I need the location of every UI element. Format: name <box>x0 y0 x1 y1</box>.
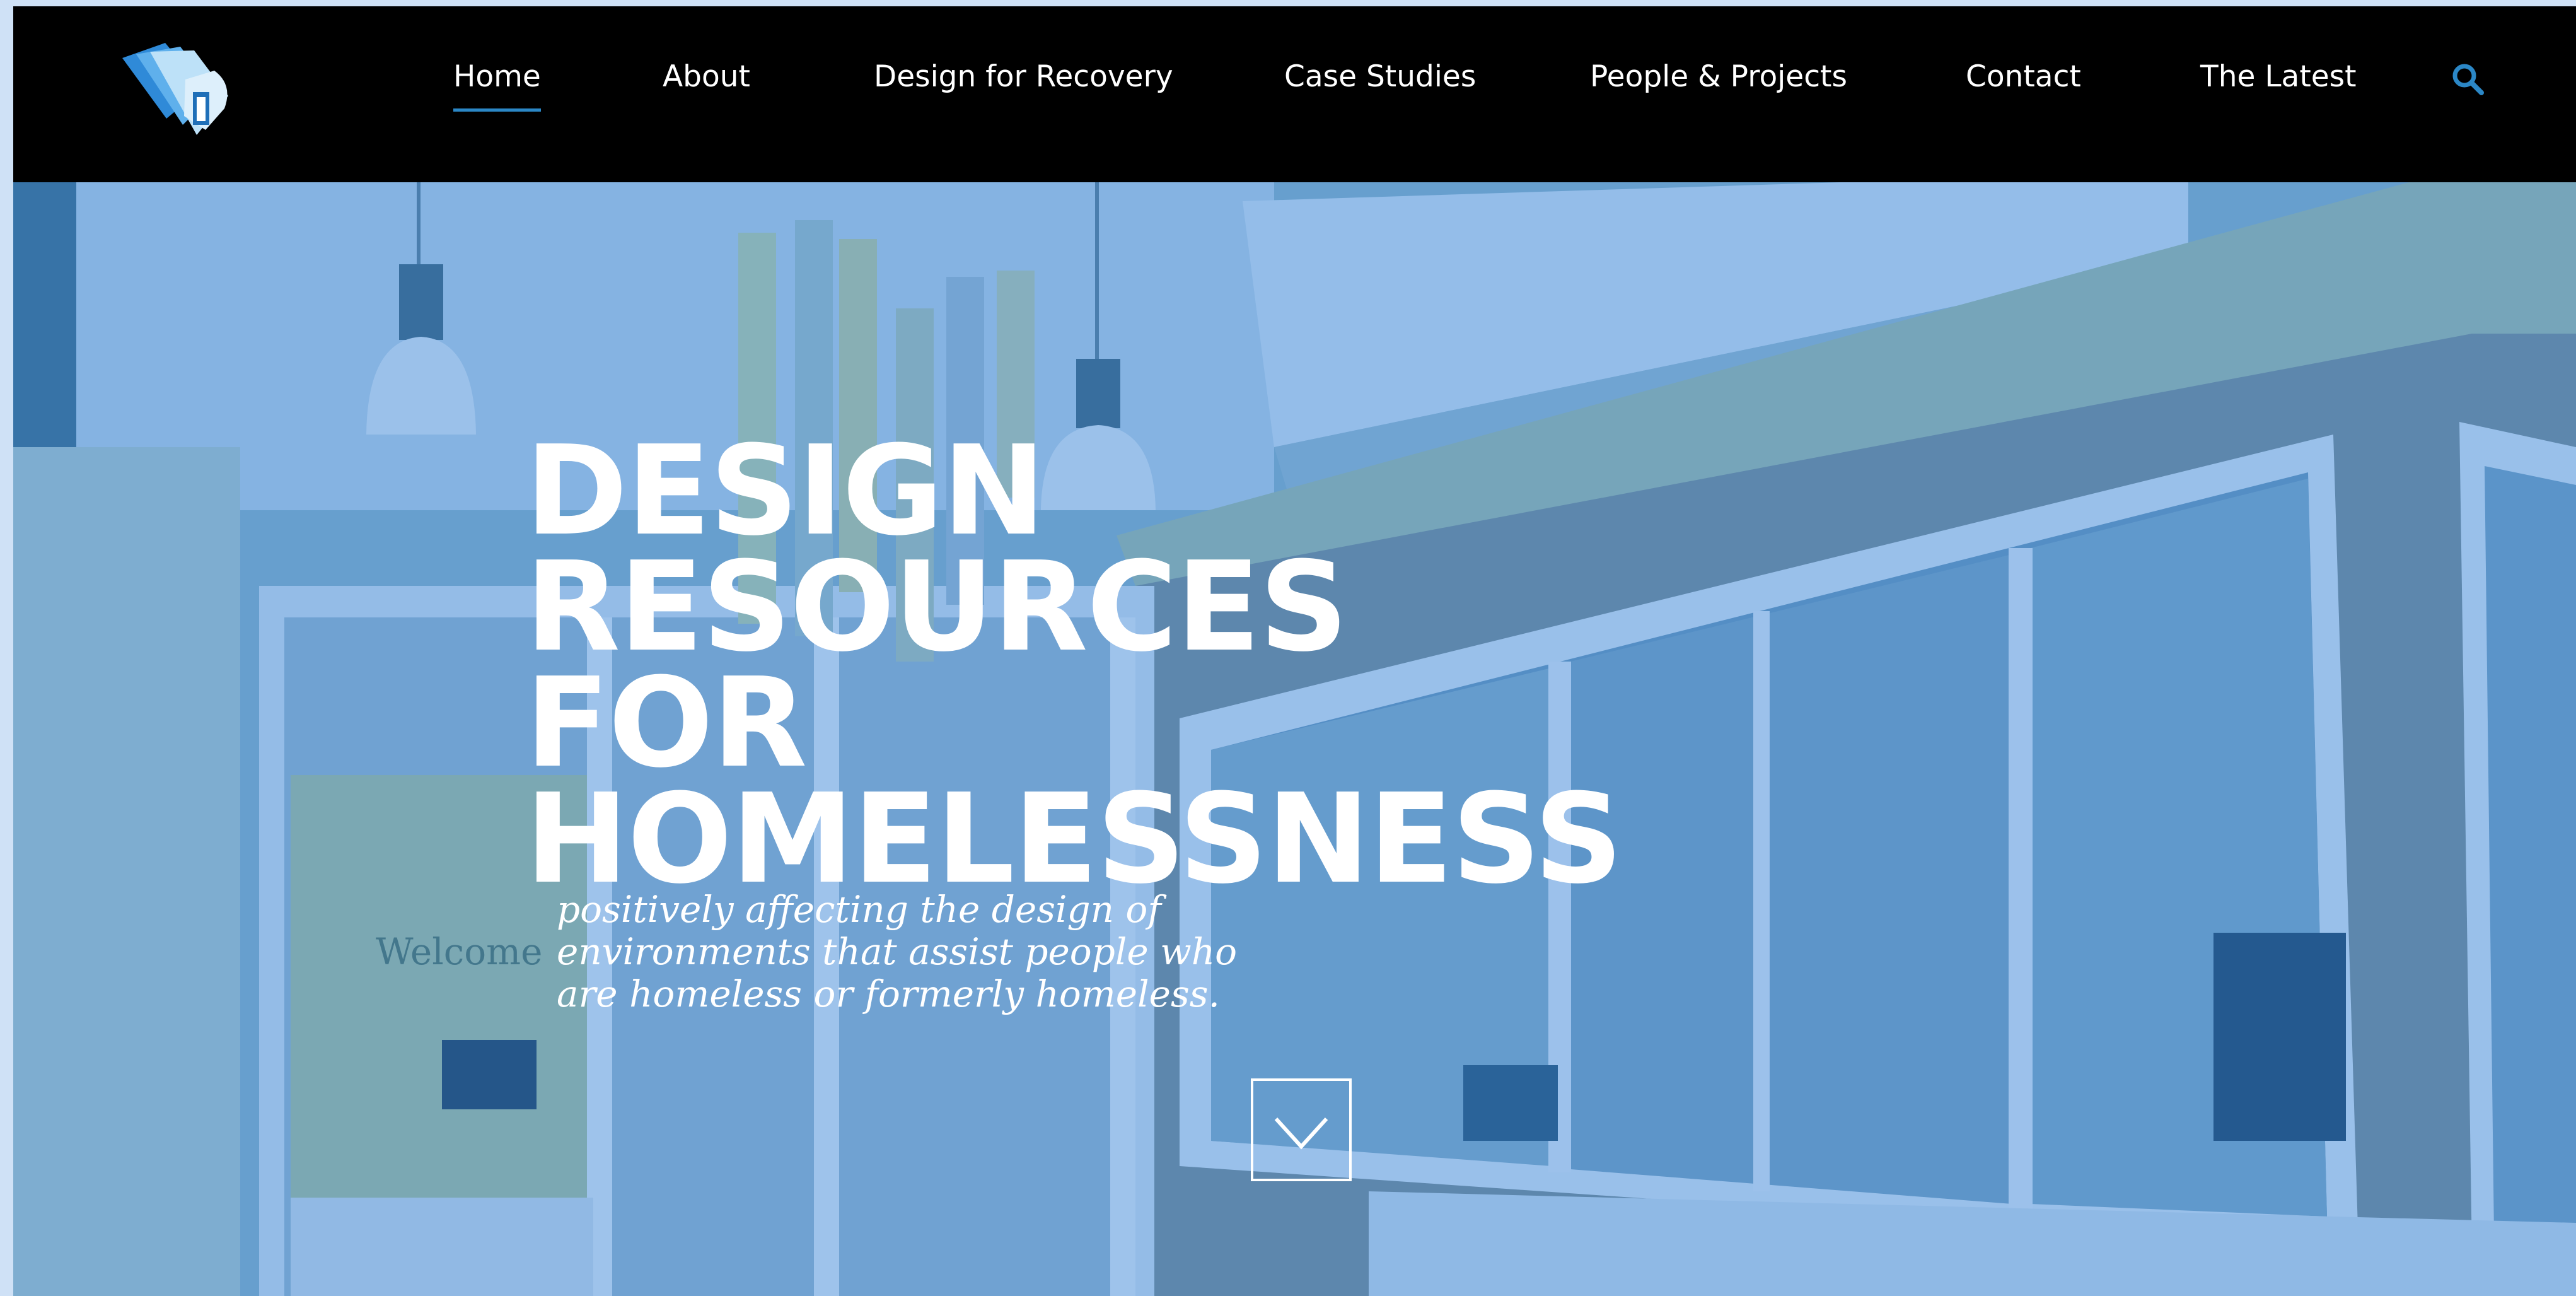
hero-title-line-2: RESOURCES <box>525 535 1349 679</box>
welcome-sign-text: Welcome <box>376 930 542 973</box>
site-logo[interactable] <box>122 43 236 137</box>
nav-about[interactable]: About <box>663 58 750 96</box>
search-button[interactable] <box>2451 62 2486 97</box>
nav-design-for-recovery[interactable]: Design for Recovery <box>874 58 1173 96</box>
nav-home[interactable]: Home <box>453 58 541 112</box>
nav-case-studies[interactable]: Case Studies <box>1284 58 1476 96</box>
chevron-down-icon <box>1274 1117 1328 1150</box>
browser-viewport: Home About Design for Recovery Case Stud… <box>13 6 2576 1296</box>
hero-subtitle: positively affecting the design of envir… <box>557 888 1238 1015</box>
hero-title-line-3: FOR <box>525 651 807 795</box>
nav-people-projects[interactable]: People & Projects <box>1590 58 1847 96</box>
hero-title-line-4: HOMELESSNESS <box>525 768 1623 911</box>
hero-title-line-1: DESIGN <box>525 419 1046 563</box>
hero-section: Welcome DESIGN RESOURCES FOR HOMELESSNES… <box>13 182 2576 1296</box>
nav-contact[interactable]: Contact <box>1966 58 2081 96</box>
layered-pages-logo-icon <box>122 43 228 135</box>
search-icon <box>2452 64 2484 95</box>
scroll-down-button[interactable] <box>1251 1078 1352 1181</box>
nav-the-latest[interactable]: The Latest <box>2200 58 2357 96</box>
hero-title: DESIGN RESOURCES FOR HOMELESSNESS <box>525 419 1623 911</box>
top-navigation: Home About Design for Recovery Case Stud… <box>13 6 2576 182</box>
